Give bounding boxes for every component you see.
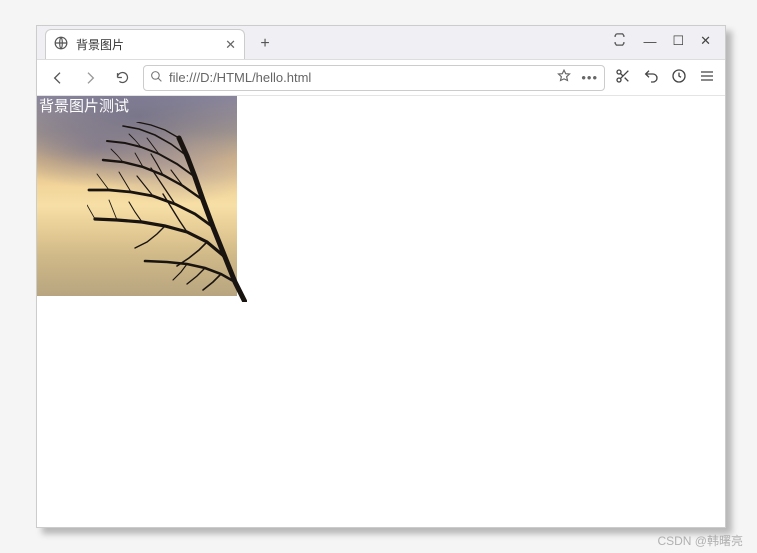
scissors-icon[interactable] xyxy=(615,68,631,88)
page-viewport: 背景图片测试 xyxy=(37,96,725,527)
bg-demo-label: 背景图片测试 xyxy=(39,98,129,115)
watermark: CSDN @韩曙亮 xyxy=(657,532,743,549)
tab-strip: 背景图片 ✕ + — ☐ ✕ xyxy=(37,26,725,60)
screenshot-icon[interactable] xyxy=(612,32,627,50)
more-icon[interactable]: ••• xyxy=(581,70,598,85)
tree-silhouette xyxy=(87,122,247,302)
toolbar: file:///D:/HTML/hello.html ••• xyxy=(37,60,725,96)
tab-close-icon[interactable]: ✕ xyxy=(225,37,236,53)
back-button[interactable] xyxy=(47,67,69,89)
undo-icon[interactable] xyxy=(643,68,659,88)
window-controls: — ☐ ✕ xyxy=(612,26,721,56)
tab-title: 背景图片 xyxy=(76,36,124,53)
menu-icon[interactable] xyxy=(699,68,715,88)
url-text: file:///D:/HTML/hello.html xyxy=(169,70,551,85)
browser-window: 背景图片 ✕ + — ☐ ✕ file:// xyxy=(36,25,726,528)
toolbar-right-icons xyxy=(615,68,715,88)
url-bar[interactable]: file:///D:/HTML/hello.html ••• xyxy=(143,65,605,91)
globe-icon xyxy=(54,36,68,53)
forward-button[interactable] xyxy=(79,67,101,89)
background-image-demo: 背景图片测试 xyxy=(37,96,237,296)
history-icon[interactable] xyxy=(671,68,687,88)
new-tab-button[interactable]: + xyxy=(251,30,279,58)
close-window-button[interactable]: ✕ xyxy=(700,33,711,49)
search-icon xyxy=(150,70,163,86)
browser-tab[interactable]: 背景图片 ✕ xyxy=(45,29,245,59)
reload-button[interactable] xyxy=(111,67,133,89)
minimize-button[interactable]: — xyxy=(643,34,656,49)
bookmark-star-icon[interactable] xyxy=(557,69,571,86)
maximize-button[interactable]: ☐ xyxy=(672,33,684,49)
